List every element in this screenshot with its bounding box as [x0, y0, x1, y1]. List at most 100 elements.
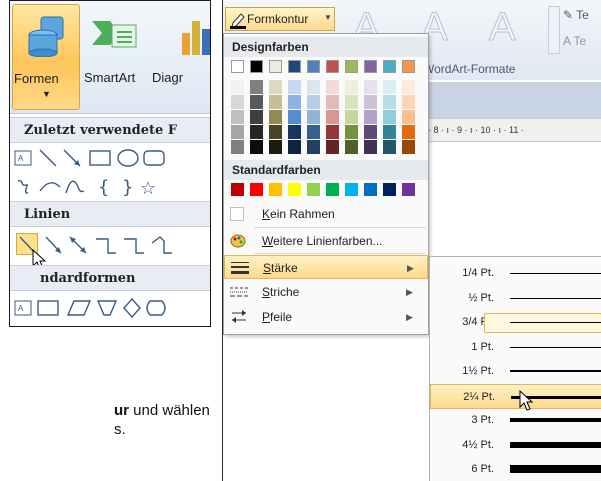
standard-color-swatch[interactable] [269, 183, 282, 196]
text-outline-icon[interactable]: A Te [563, 34, 586, 48]
line-weight-label: 3 Pt. [471, 414, 494, 426]
line-weight-option[interactable]: 3 Pt. [430, 408, 601, 433]
basic-shapes-header: ndardformen [10, 265, 210, 291]
standard-color-swatch[interactable] [402, 183, 415, 196]
line-weight-sample [510, 322, 601, 323]
formen-label: Formen [14, 71, 59, 86]
arrows-icon [232, 310, 246, 323]
pen-icon [230, 13, 246, 29]
line-weight-icon [231, 262, 249, 274]
recent-shapes-icons-2: { } ☆ [17, 177, 156, 199]
formkontur-dropdown: Designfarben Standardfarben Kein Rahmen … [223, 33, 429, 335]
standard-color-swatch[interactable] [364, 183, 377, 196]
line-weight-label: 1/4 Pt. [462, 267, 494, 279]
standard-color-swatch[interactable] [288, 183, 301, 196]
submenu-arrow-icon: ▶ [407, 263, 414, 273]
line-weight-sample [510, 441, 601, 448]
staerke-submenu: 1/4 Pt. ½ Pt. 3/4 Pt. 1 Pt. 1½ Pt. 2¼ Pt. 3 Pt… [429, 256, 601, 481]
standard-color-swatch[interactable] [345, 183, 358, 196]
standard-color-swatch[interactable] [307, 183, 320, 196]
document-background [428, 82, 601, 118]
line-weight-sample [510, 418, 601, 422]
line-weight-label: 1 Pt. [471, 340, 494, 353]
line-weight-option[interactable]: 3/4 Pt. [430, 310, 601, 335]
submenu-arrow-icon: ▶ [406, 312, 413, 322]
line-weight-current-box [484, 313, 601, 333]
wordart-group-label: WordArt-Formate [423, 62, 516, 76]
pfeile-item[interactable]: Pfeile ▶ [224, 305, 428, 329]
standard-color-swatch[interactable] [231, 183, 244, 196]
line-weight-sample [510, 297, 601, 299]
smartart-button[interactable]: SmartArt [84, 70, 135, 85]
formkontur-label: Formkontur [247, 12, 309, 26]
line-weight-sample [510, 465, 601, 473]
dash-style-icon [230, 287, 248, 297]
line-weight-option[interactable]: 1 Pt. [430, 335, 601, 360]
lines-header: Linien [10, 201, 210, 227]
standard-color-swatch[interactable] [383, 183, 396, 196]
svg-text:A: A [18, 304, 24, 313]
pfeile-label: Pfeile [262, 310, 293, 324]
ruler: · 8 · ı · 9 · ı · 10 · ı · 11 · [428, 118, 601, 142]
wordart-gallery-scroll[interactable] [548, 6, 560, 54]
shapes-gallery-screenshot: Formen ▼ SmartArt Diagr Zuletzt verwende… [9, 0, 211, 327]
text-fill-icon[interactable]: ✎ Te [563, 8, 589, 22]
line-weight-sample [510, 370, 601, 372]
svg-text:{: { [98, 177, 109, 198]
standard-color-swatch[interactable] [250, 183, 263, 196]
line-weight-option[interactable]: 6 Pt. [430, 457, 601, 481]
lines-row [10, 229, 210, 270]
line-weight-label: 1½ Pt. [462, 365, 494, 377]
color-palette-icon [230, 234, 246, 248]
chevron-down-icon: ▼ [42, 89, 51, 99]
standard-color-swatch[interactable] [326, 183, 339, 196]
staerke-item[interactable]: Stärke ▶ [224, 255, 428, 279]
recent-shapes-row-1: A [10, 145, 210, 173]
svg-text:A: A [489, 5, 516, 48]
no-outline-icon [230, 207, 244, 221]
formen-button[interactable]: Formen ▼ [12, 4, 80, 110]
line-weight-label: 4½ Pt. [462, 438, 494, 451]
instruction-line-2: s. [114, 421, 126, 438]
submenu-arrow-icon: ▶ [406, 287, 413, 297]
menu-divider [254, 253, 426, 254]
insert-ribbon: Formen ▼ SmartArt Diagr [10, 1, 210, 114]
diagramm-button[interactable]: Diagr [152, 70, 183, 85]
kein-rahmen-item[interactable]: Kein Rahmen [224, 202, 428, 226]
formkontur-screenshot: A A A ✎ Te A Te WordArt-Formate · 8 · ı … [222, 0, 601, 481]
line-weight-option[interactable]: 1½ Pt. [430, 359, 601, 384]
svg-text:}: } [122, 177, 133, 198]
svg-text:A: A [18, 154, 24, 163]
recent-shapes-row-2: { } ☆ [10, 173, 210, 201]
line-weight-option[interactable]: ½ Pt. [430, 286, 601, 311]
mouse-cursor-icon [519, 390, 534, 411]
menu-divider [254, 227, 426, 228]
standard-color-grid [224, 34, 428, 204]
line-weight-sample [510, 273, 601, 274]
line-weight-option[interactable]: 4½ Pt. [430, 433, 601, 458]
instruction-text: ur und wählen s. [114, 401, 210, 439]
striche-item[interactable]: Striche ▶ [224, 280, 428, 304]
staerke-label: Stärke [263, 261, 298, 275]
chevron-down-icon: ▼ [324, 13, 332, 22]
line-weight-option[interactable]: 2¼ Pt. [430, 383, 601, 409]
line-weight-option[interactable]: 1/4 Pt. [430, 261, 601, 286]
weitere-linienfarben-label: Weitere Linienfarben... [262, 234, 383, 248]
weitere-linienfarben-item[interactable]: Weitere Linienfarben... [224, 229, 428, 253]
formkontur-button[interactable]: Formkontur ▼ [225, 7, 335, 31]
basic-shapes-row: A [10, 293, 210, 321]
basic-shapes-icons: A [14, 297, 166, 319]
recent-shapes-icons: A [14, 149, 165, 167]
striche-label: Striche [262, 285, 300, 299]
chart-icon [182, 21, 210, 55]
line-weight-label: ½ Pt. [468, 291, 494, 304]
line-weight-label: 2¼ Pt. [463, 390, 495, 403]
line-weight-label: 6 Pt. [471, 463, 494, 475]
kein-rahmen-label: Kein Rahmen [262, 207, 335, 221]
recent-shapes-header: Zuletzt verwendete F [10, 117, 210, 143]
shapes-icon [28, 16, 64, 57]
smartart-icon [92, 21, 137, 48]
line-weight-sample [510, 346, 601, 348]
svg-text:☆: ☆ [140, 178, 156, 199]
instruction-line-1: ur und wählen [114, 402, 210, 419]
